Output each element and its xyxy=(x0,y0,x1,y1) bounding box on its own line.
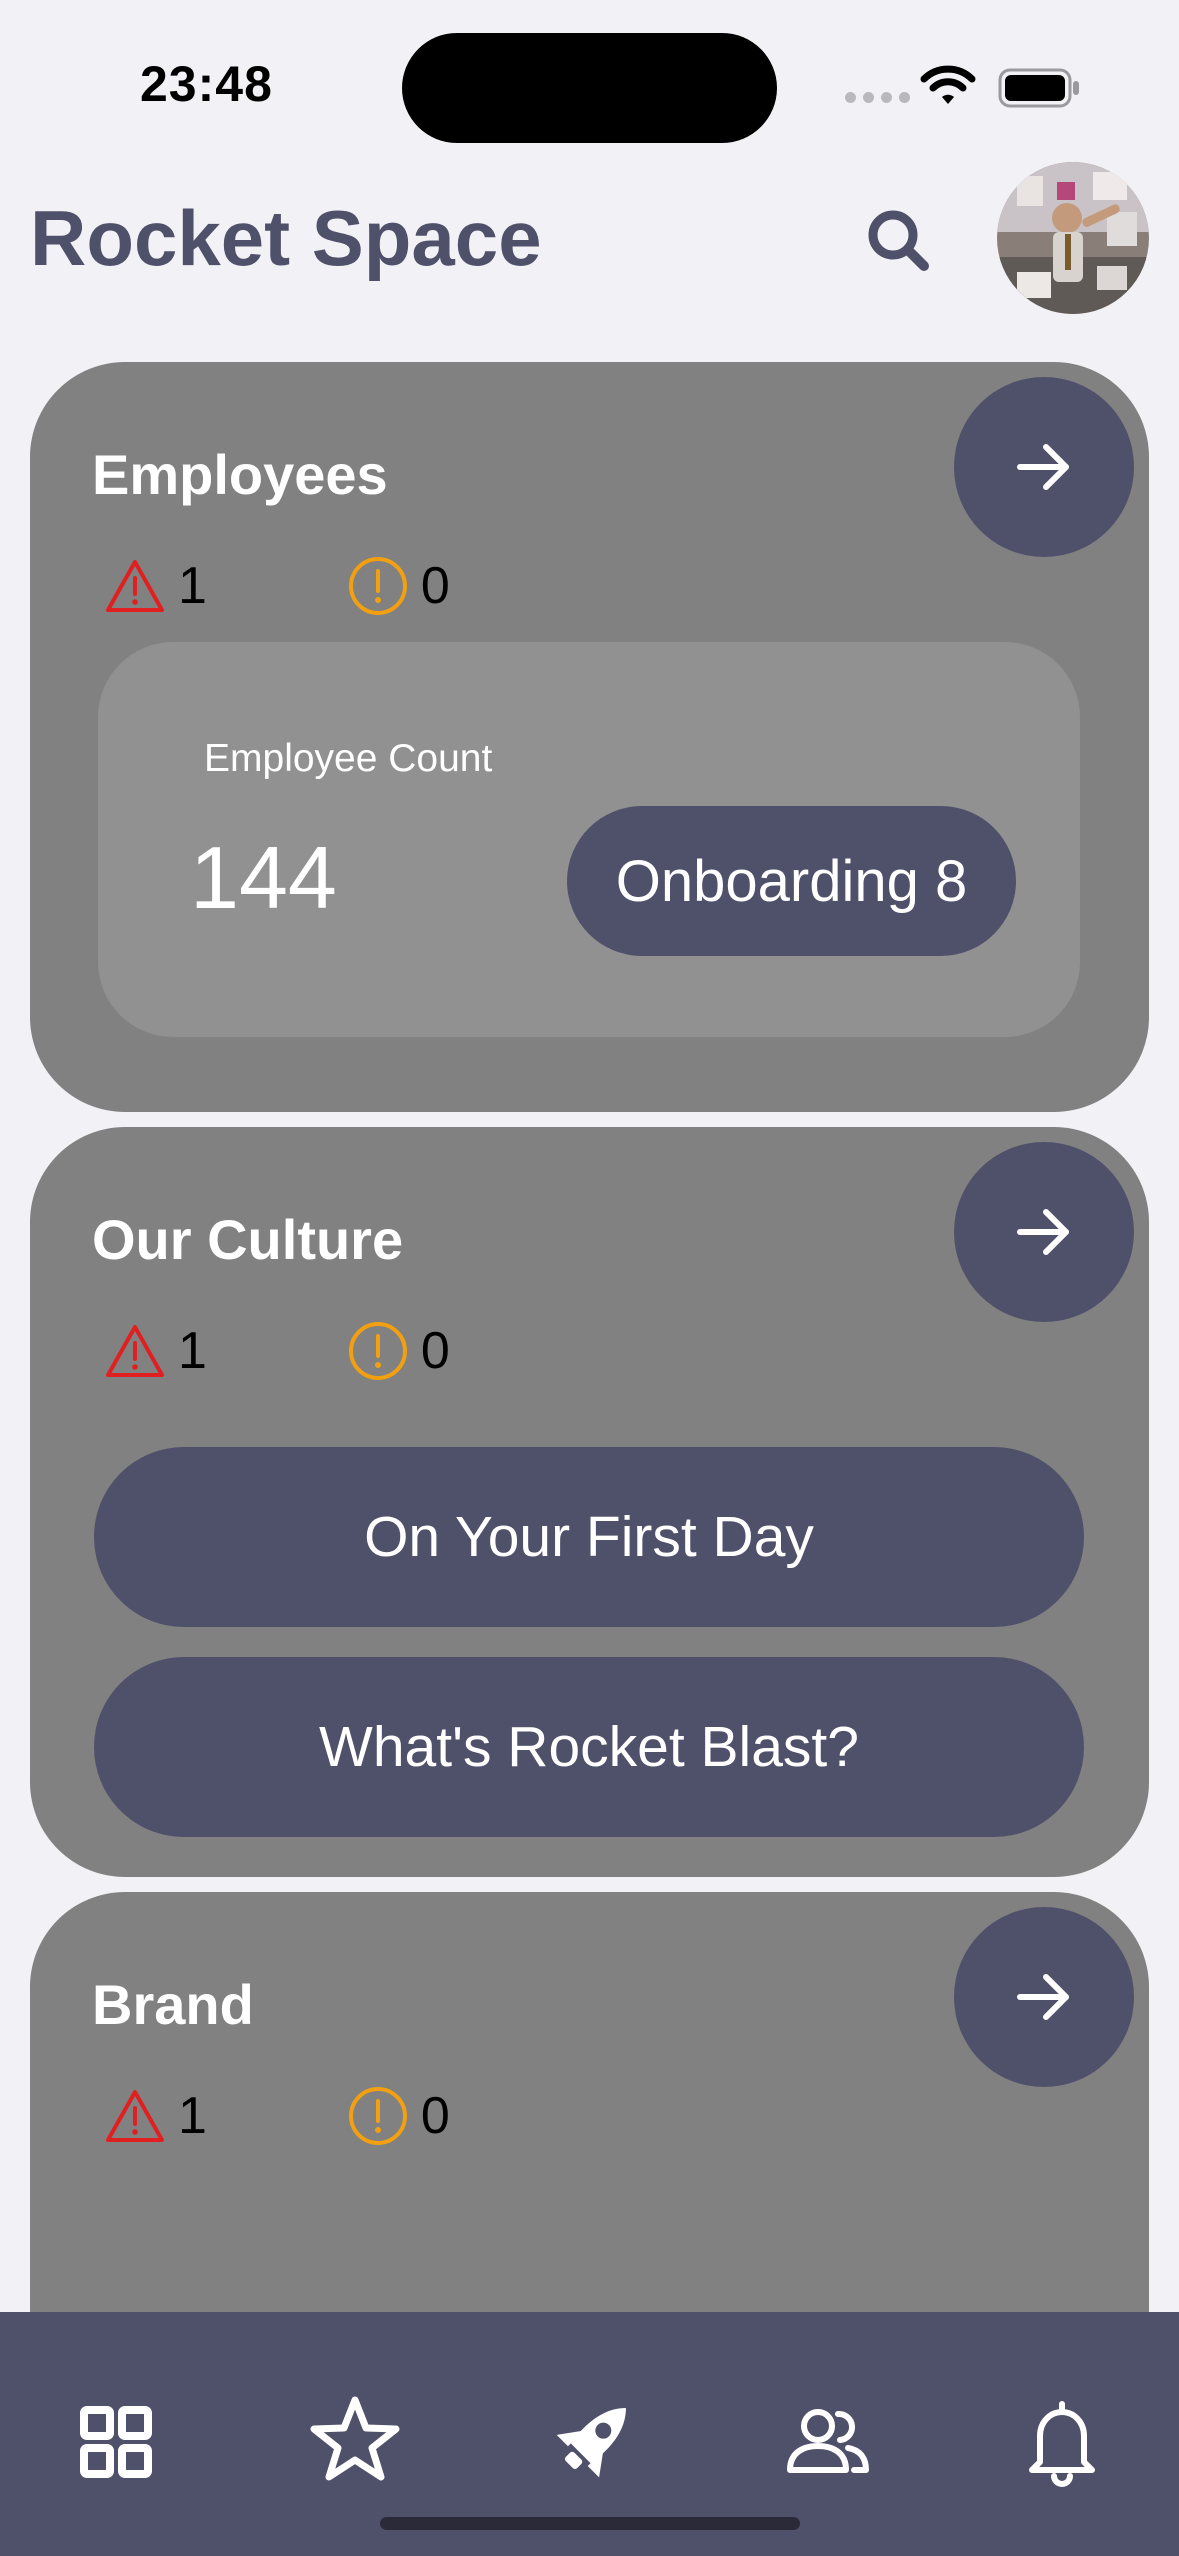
error-indicator: 1 xyxy=(104,2086,207,2146)
tab-dashboard[interactable] xyxy=(56,2382,176,2502)
grid-icon xyxy=(80,2406,152,2478)
dynamic-island xyxy=(402,33,777,143)
warning-triangle-icon xyxy=(106,560,164,612)
avatar[interactable] xyxy=(997,162,1149,314)
arrow-right-icon xyxy=(1017,1974,1069,2020)
home-indicator[interactable] xyxy=(380,2517,800,2530)
employee-count-panel: Employee Count 144 Onboarding 8 xyxy=(98,642,1080,1037)
warning-count: 0 xyxy=(420,1322,450,1380)
exclamation-circle-icon xyxy=(348,2087,407,2145)
culture-card[interactable]: Our Culture 1 0 On Your First Day What's… xyxy=(30,1127,1149,1877)
rocket-blast-button[interactable]: What's Rocket Blast? xyxy=(94,1657,1084,1837)
first-day-button[interactable]: On Your First Day xyxy=(94,1447,1084,1627)
warning-indicator: 0 xyxy=(347,2085,450,2147)
card-title: Our Culture xyxy=(92,1208,404,1271)
onboarding-button[interactable]: Onboarding 8 xyxy=(567,806,1016,956)
warning-indicator: 0 xyxy=(347,1320,450,1382)
card-title: Brand xyxy=(92,1973,254,2036)
bottom-tab-bar xyxy=(0,2312,1179,2556)
tab-favorites[interactable] xyxy=(295,2382,415,2502)
status-time: 23:48 xyxy=(140,56,273,112)
people-icon xyxy=(787,2409,869,2473)
bell-icon xyxy=(1029,2401,1095,2487)
star-icon xyxy=(310,2396,400,2481)
warning-count: 0 xyxy=(420,557,450,615)
arrow-right-icon xyxy=(1017,444,1069,490)
warning-triangle-icon xyxy=(106,2090,164,2142)
alert-indicators: 1 0 xyxy=(104,1320,450,1382)
brand-open-button[interactable] xyxy=(954,1907,1134,2087)
error-indicator: 1 xyxy=(104,556,207,616)
alert-indicators: 1 0 xyxy=(104,555,450,617)
exclamation-circle-icon xyxy=(348,557,407,615)
tab-rocket[interactable] xyxy=(532,2382,652,2502)
exclamation-circle-icon xyxy=(348,1322,407,1380)
warning-triangle-icon xyxy=(106,1325,164,1377)
card-title: Employees xyxy=(92,443,388,506)
page-title: Rocket Space xyxy=(30,194,542,282)
tab-people[interactable] xyxy=(768,2382,888,2502)
employee-count-value: 144 xyxy=(190,828,337,927)
cellular-signal-icon xyxy=(845,92,910,103)
employees-card[interactable]: Employees 1 0 Employee Count 144 Onboard… xyxy=(30,362,1149,1112)
search-button[interactable] xyxy=(858,200,940,282)
employees-open-button[interactable] xyxy=(954,377,1134,557)
error-indicator: 1 xyxy=(104,1321,207,1381)
wifi-icon xyxy=(920,65,976,104)
error-count: 1 xyxy=(178,1322,207,1380)
search-icon xyxy=(868,210,929,271)
tab-notifications[interactable] xyxy=(1002,2382,1122,2502)
arrow-right-icon xyxy=(1017,1209,1069,1255)
culture-open-button[interactable] xyxy=(954,1142,1134,1322)
profile-photo xyxy=(997,162,1149,314)
error-count: 1 xyxy=(178,2087,207,2145)
battery-icon xyxy=(998,68,1079,108)
rocket-icon xyxy=(556,2408,626,2478)
warning-count: 0 xyxy=(420,2087,450,2145)
error-count: 1 xyxy=(178,557,207,615)
employee-count-label: Employee Count xyxy=(204,737,493,780)
alert-indicators: 1 0 xyxy=(104,2085,450,2147)
warning-indicator: 0 xyxy=(347,555,450,617)
